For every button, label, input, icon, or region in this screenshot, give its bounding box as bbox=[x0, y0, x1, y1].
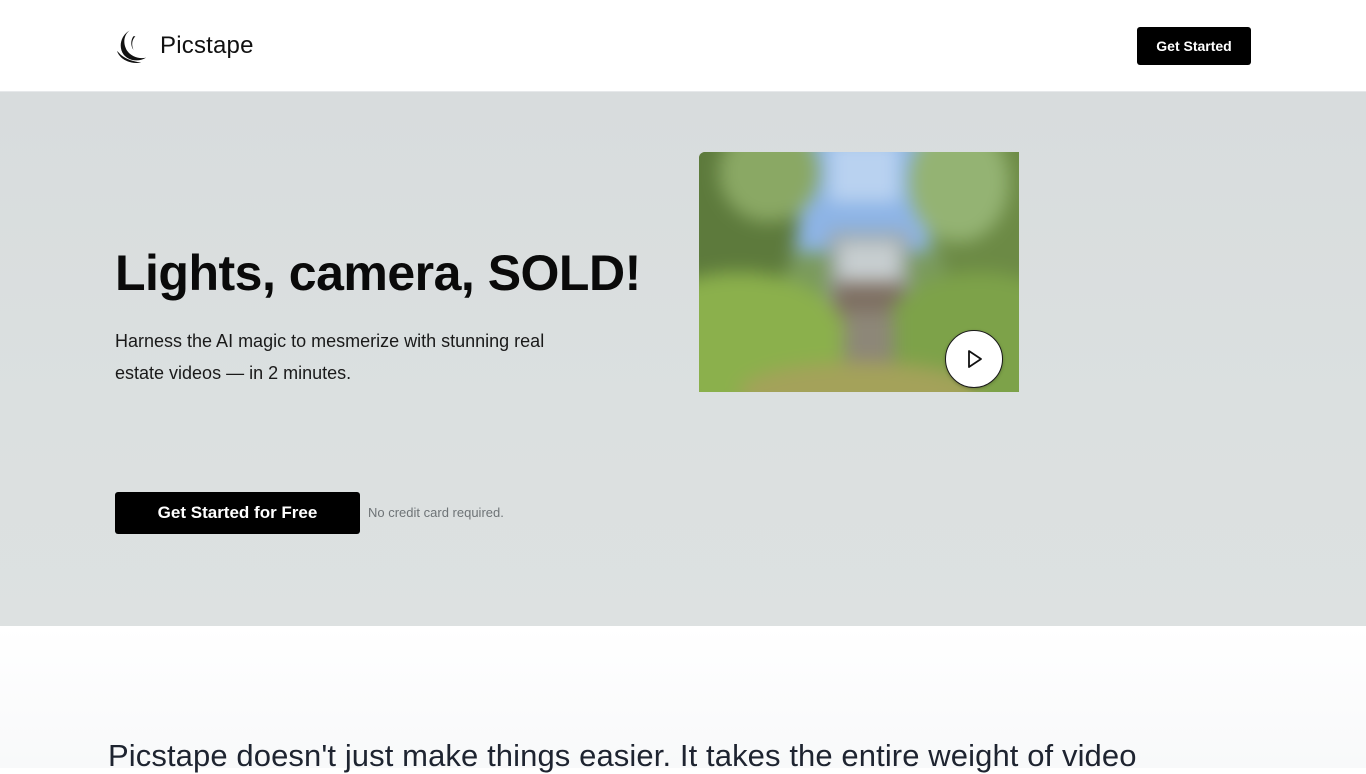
brand-name: Picstape bbox=[160, 32, 254, 59]
play-button[interactable] bbox=[945, 330, 1003, 388]
video-preview[interactable] bbox=[699, 152, 1019, 392]
crescent-moon-logo-icon bbox=[116, 30, 147, 63]
no-credit-card-note: No credit card required. bbox=[368, 505, 504, 520]
hero-section: Lights, camera, SOLD! Harness the AI mag… bbox=[0, 92, 1366, 626]
intro-text: Picstape doesn't just make things easier… bbox=[108, 738, 1137, 773]
get-started-free-button[interactable]: Get Started for Free bbox=[115, 492, 360, 534]
hero-title: Lights, camera, SOLD! bbox=[115, 245, 641, 301]
intro-section: Picstape doesn't just make things easier… bbox=[0, 626, 1366, 773]
site-header: Picstape Get Started bbox=[0, 0, 1366, 92]
get-started-button[interactable]: Get Started bbox=[1137, 27, 1251, 65]
play-icon bbox=[968, 350, 982, 368]
brand-link[interactable]: Picstape bbox=[115, 26, 254, 66]
hero-subtitle: Harness the AI magic to mesmerize with s… bbox=[115, 331, 545, 383]
